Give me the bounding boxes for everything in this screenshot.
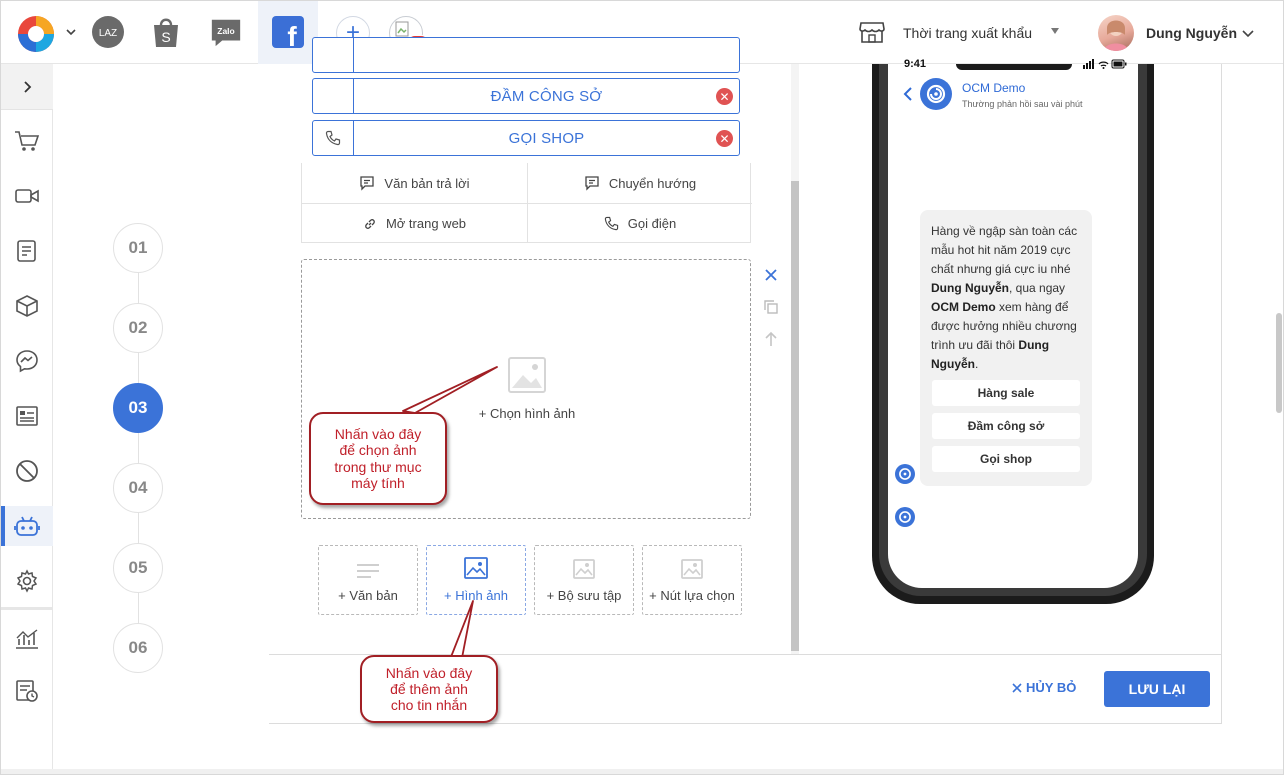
callout-line: để chọn ảnh [339,442,417,459]
callout-arrows [402,366,498,664]
callout-add-image: Nhấn vào đây để thêm ảnh cho tin nhắn [360,655,498,723]
callout-line: Nhấn vào đây [385,664,473,681]
callout-line: cho tin nhắn [390,697,468,714]
callout-line: trong thư mục [334,458,422,475]
callout-line: để thêm ảnh [390,680,468,697]
callout-line: máy tính [351,474,405,491]
callout-text: Nhấn vào đây để chọn ảnh trong thư mục m… [334,426,421,490]
callout-choose-image: Nhấn vào đây để chọn ảnh trong thư mục m… [309,412,447,505]
callout-text: Nhấn vào đây để thêm ảnh cho tin nhắn [386,665,472,713]
app-window: LAZ S Zalo f + 12 Thời trang xuất khẩu D… [0,0,1284,775]
callout-line: Nhấn vào đây [334,426,422,443]
